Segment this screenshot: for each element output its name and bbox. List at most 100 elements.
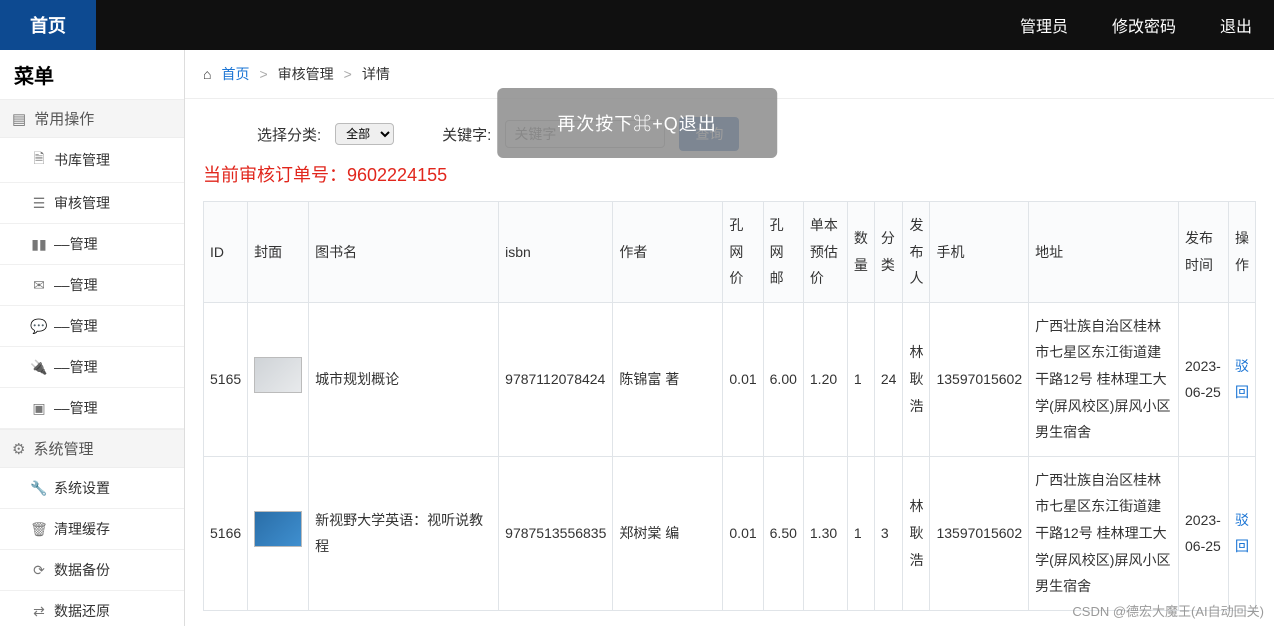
list-icon: ☰ [32, 195, 46, 212]
cell-phone: 13597015602 [930, 302, 1029, 456]
th-kprice: 孔网价 [723, 202, 763, 303]
chat-icon: 💬 [32, 318, 46, 335]
cell-phone: 13597015602 [930, 456, 1029, 610]
th-est: 单本预估价 [803, 202, 847, 303]
trash-icon: 🗑 [32, 521, 46, 538]
th-kpost: 孔网邮 [763, 202, 803, 303]
group-label: 常用操作 [34, 108, 94, 129]
sidebar-item-manage-5[interactable]: 💬 ––管理 [0, 306, 184, 347]
sidebar-group-common[interactable]: ▤ 常用操作 [0, 99, 184, 138]
review-table: ID 封面 图书名 isbn 作者 孔网价 孔网邮 单本预估价 数量 分类 发布… [203, 201, 1256, 611]
reject-link[interactable]: 驳回 [1235, 512, 1249, 555]
sidebar-item-book-store[interactable]: 🗎书库管理 [0, 138, 184, 183]
sidebar-item-label: 审核管理 [54, 193, 110, 213]
chevron-right-icon: > [259, 66, 267, 82]
sidebar-group-system[interactable]: ⚙ 系统管理 [0, 429, 184, 468]
cell-title: 新视野大学英语：视听说教程 [309, 456, 499, 610]
table-header-row: ID 封面 图书名 isbn 作者 孔网价 孔网邮 单本预估价 数量 分类 发布… [204, 202, 1256, 303]
th-pub: 发布人 [903, 202, 930, 303]
cell-op: 驳回 [1229, 456, 1256, 610]
sidebar-item-label: 系统设置 [54, 478, 110, 498]
th-time: 发布时间 [1179, 202, 1229, 303]
cell-isbn: 9787513556835 [499, 456, 613, 610]
watermark: CSDN @德宏大魔王(AI自动回关) [1072, 601, 1264, 620]
order-number-line: 当前审核订单号：9602224155 [185, 157, 1274, 201]
table-row: 5165 城市规划概论 9787112078424 陈锦富 著 0.01 6.0… [204, 302, 1256, 456]
cell-kprice: 0.01 [723, 456, 763, 610]
table-row: 5166 新视野大学英语：视听说教程 9787513556835 郑树棠 编 0… [204, 456, 1256, 610]
category-select[interactable]: 全部 [335, 123, 394, 145]
cell-id: 5165 [204, 302, 248, 456]
home-tab[interactable]: 首页 [0, 0, 96, 50]
cell-title: 城市规划概论 [309, 302, 499, 456]
cell-kpost: 6.50 [763, 456, 803, 610]
cell-qty: 1 [847, 302, 874, 456]
th-cover: 封面 [248, 202, 309, 303]
cell-author: 郑树棠 编 [613, 456, 723, 610]
cell-cat: 24 [874, 302, 903, 456]
spacer [96, 0, 998, 50]
cell-id: 5166 [204, 456, 248, 610]
reload-icon: ⟳ [32, 562, 46, 579]
books-icon: ▮▮ [32, 236, 46, 253]
th-id: ID [204, 202, 248, 303]
sidebar-item-review[interactable]: ☰ 审核管理 [0, 183, 184, 224]
sidebar-item-label: ––管理 [54, 357, 98, 377]
sidebar-item-manage-7[interactable]: ▣ ––管理 [0, 388, 184, 429]
sidebar-item-label: 数据备份 [54, 560, 110, 580]
category-label: 选择分类: [257, 124, 321, 145]
breadcrumb-home[interactable]: 首页 [221, 64, 249, 84]
th-cat: 分类 [874, 202, 903, 303]
th-isbn: isbn [499, 202, 613, 303]
sidebar-item-clear-cache[interactable]: 🗑 清理缓存 [0, 509, 184, 550]
sidebar-item-label: ––管理 [54, 316, 98, 336]
image-icon: ▣ [32, 400, 46, 417]
cell-author: 陈锦富 著 [613, 302, 723, 456]
plug-icon: 🔌 [32, 359, 46, 376]
swap-icon: ⇄ [32, 603, 46, 620]
clipboard-icon: ▤ [12, 110, 26, 128]
change-password-link[interactable]: 修改密码 [1090, 0, 1198, 50]
th-title: 图书名 [309, 202, 499, 303]
sidebar-item-label: ––管理 [54, 398, 98, 418]
sidebar-item-manage-3[interactable]: ▮▮––管理 [0, 224, 184, 265]
top-nav: 首页 管理员 修改密码 退出 [0, 0, 1274, 50]
cell-kpost: 6.00 [763, 302, 803, 456]
wrench-icon: 🔧 [32, 480, 46, 497]
sidebar: 菜单 ▤ 常用操作 🗎书库管理 ☰审核管理 ▮▮––管理 ✉––管理 💬––管理… [0, 50, 185, 626]
th-author: 作者 [613, 202, 723, 303]
cell-addr: 广西壮族自治区桂林市七星区东江街道建干路12号 桂林理工大学(屏风校区)屏风小区… [1029, 456, 1179, 610]
cell-op: 驳回 [1229, 302, 1256, 456]
sidebar-item-manage-4[interactable]: ✉ ––管理 [0, 265, 184, 306]
sidebar-item-manage-6[interactable]: 🔌 ––管理 [0, 347, 184, 388]
sidebar-item-settings[interactable]: 🔧 系统设置 [0, 468, 184, 509]
sidebar-item-label: 数据还原 [54, 601, 110, 621]
cell-isbn: 9787112078424 [499, 302, 613, 456]
chevron-right-icon: > [344, 66, 352, 82]
group-label: 系统管理 [33, 438, 93, 459]
th-addr: 地址 [1029, 202, 1179, 303]
order-prefix: 当前审核订单号： [203, 165, 347, 185]
sidebar-item-label: ––管理 [54, 275, 98, 295]
cell-kprice: 0.01 [723, 302, 763, 456]
reject-link[interactable]: 驳回 [1235, 358, 1249, 401]
order-number: 9602224155 [347, 165, 447, 185]
cell-cat: 3 [874, 456, 903, 610]
mail-icon: ✉ [32, 277, 46, 294]
cell-est: 1.20 [803, 302, 847, 456]
cover-thumbnail [254, 357, 302, 393]
sidebar-item-backup[interactable]: ⟳ 数据备份 [0, 550, 184, 591]
breadcrumb-last: 详情 [362, 64, 390, 84]
admin-link[interactable]: 管理员 [998, 0, 1090, 50]
cover-thumbnail [254, 511, 302, 547]
cell-addr: 广西壮族自治区桂林市七星区东江街道建干路12号 桂林理工大学(屏风校区)屏风小区… [1029, 302, 1179, 456]
sidebar-item-label: 清理缓存 [54, 519, 110, 539]
sidebar-item-restore[interactable]: ⇄ 数据还原 [0, 591, 184, 626]
home-icon: ⌂ [203, 66, 211, 82]
system-toast: 再次按下⌘+Q退出 [497, 88, 777, 158]
th-phone: 手机 [930, 202, 1029, 303]
cell-pub: 林耿浩 [903, 302, 930, 456]
logout-link[interactable]: 退出 [1198, 0, 1274, 50]
cell-time: 2023-06-25 [1179, 302, 1229, 456]
cell-pub: 林耿浩 [903, 456, 930, 610]
